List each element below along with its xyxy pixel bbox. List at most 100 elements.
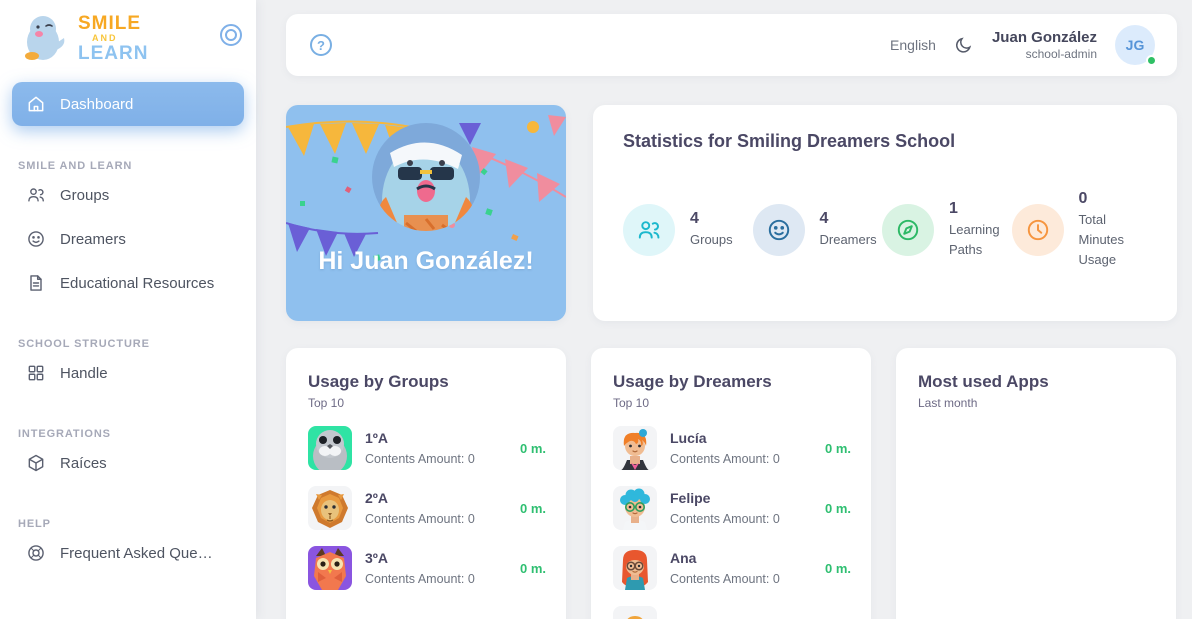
groups-icon: [26, 185, 46, 205]
lion-group-avatar: [308, 486, 352, 530]
usage-by-groups-card: Usage by Groups Top 10: [286, 348, 566, 619]
usage-by-dreamers-card: Usage by Dreamers Top 10: [591, 348, 871, 619]
sidebar-item-dashboard[interactable]: Dashboard: [12, 82, 244, 126]
topbar: ? English Juan González school-admin JG: [286, 14, 1177, 76]
avatar[interactable]: JG: [1115, 25, 1155, 65]
group-contents-amount: Contents Amount: 0: [365, 452, 516, 466]
stat-total-minutes: 0 Total Minutes Usage: [1012, 190, 1142, 270]
dreamer-contents-amount: Contents Amount: 0: [670, 512, 821, 526]
seal-group-avatar: [308, 426, 352, 470]
group-minutes: 0 m.: [520, 561, 546, 576]
stat-value: 0: [1079, 190, 1142, 208]
owl-group-avatar: [308, 546, 352, 590]
smiley-icon: [26, 229, 46, 249]
card-title: Usage by Groups: [308, 372, 546, 392]
dreamer-avatar: [613, 606, 657, 619]
language-selector[interactable]: English: [890, 37, 936, 53]
sidebar-item-dreamers[interactable]: Dreamers: [12, 218, 244, 260]
stat-label: Dreamers: [820, 230, 877, 250]
document-icon: [26, 273, 46, 293]
stat-learning-paths: 1 Learning Paths: [882, 190, 1012, 270]
compass-stat-icon: [882, 204, 934, 256]
dreamer-contents-amount: Contents Amount: 0: [670, 572, 821, 586]
sidebar-item-groups[interactable]: Groups: [12, 174, 244, 216]
statistics-card: Statistics for Smiling Dreamers School 4…: [593, 105, 1177, 321]
statistics-title: Statistics for Smiling Dreamers School: [623, 131, 1147, 152]
dreamer-row-ana[interactable]: Ana Contents Amount: 0 0 m.: [613, 546, 851, 590]
stat-dreamers: 4 Dreamers: [753, 190, 883, 270]
sidebar: SMILE AND LEARN Dashboard SMILE AND LEAR…: [0, 0, 256, 619]
home-icon: [26, 94, 46, 114]
dreamer-row-felipe[interactable]: Felipe Contents Amount: 0 0 m.: [613, 486, 851, 530]
stat-groups: 4 Groups: [623, 190, 753, 270]
sidebar-item-raices[interactable]: Raíces: [12, 442, 244, 484]
lucia-avatar: [613, 426, 657, 470]
stat-label: Learning Paths: [949, 220, 1012, 260]
dreamers-stat-icon: [753, 204, 805, 256]
group-minutes: 0 m.: [520, 441, 546, 456]
group-contents-amount: Contents Amount: 0: [365, 512, 516, 526]
dreamer-name: Ana: [670, 550, 821, 566]
wordmark-and: AND: [92, 34, 220, 43]
group-row-3a[interactable]: 3ºA Contents Amount: 0 0 m.: [308, 546, 546, 590]
seal-mascot-logo-icon: [18, 12, 70, 64]
greeting-text: Hi Juan González!: [286, 247, 566, 276]
user-menu[interactable]: Juan González school-admin: [992, 29, 1097, 61]
sidebar-item-label: Handle: [60, 365, 108, 382]
felipe-avatar: [613, 486, 657, 530]
sidebar-item-label: Educational Resources: [60, 275, 214, 292]
greeting-illustration: [286, 105, 566, 321]
wordmark: SMILE AND LEARN: [78, 14, 220, 63]
group-name: 1ºA: [365, 430, 516, 446]
online-status-dot: [1146, 55, 1157, 66]
dreamer-name: Felipe: [670, 490, 821, 506]
wordmark-smile: SMILE: [78, 14, 220, 33]
greeting-card: Hi Juan González!: [286, 105, 566, 321]
sidebar-item-handle[interactable]: Handle: [12, 352, 244, 394]
ana-avatar: [613, 546, 657, 590]
user-name: Juan González: [992, 29, 1097, 46]
logo: SMILE AND LEARN: [12, 10, 244, 72]
dreamer-name: Lucía: [670, 430, 821, 446]
cube-icon: [26, 453, 46, 473]
group-row-1a[interactable]: 1ºA Contents Amount: 0 0 m.: [308, 426, 546, 470]
clock-stat-icon: [1012, 204, 1064, 256]
stat-value: 4: [820, 210, 877, 228]
dreamer-contents-amount: Contents Amount: 0: [670, 452, 821, 466]
group-name: 2ºA: [365, 490, 516, 506]
sidebar-item-label: Groups: [60, 187, 109, 204]
group-row-2a[interactable]: 2ºA Contents Amount: 0 0 m.: [308, 486, 546, 530]
stat-label: Groups: [690, 230, 733, 250]
sidebar-item-label: Dreamers: [60, 231, 126, 248]
card-subtitle: Last month: [918, 396, 1156, 410]
most-used-apps-card: Most used Apps Last month: [896, 348, 1176, 619]
stat-value: 1: [949, 200, 1012, 218]
sidebar-item-label: Frequent Asked Que…: [60, 545, 213, 562]
grid-icon: [26, 363, 46, 383]
help-icon[interactable]: ?: [310, 34, 332, 56]
section-heading-school-structure: SCHOOL STRUCTURE: [18, 338, 238, 350]
sidebar-item-faq[interactable]: Frequent Asked Que…: [12, 532, 244, 574]
section-heading-integrations: INTEGRATIONS: [18, 428, 238, 440]
dark-mode-moon-icon[interactable]: [954, 35, 974, 55]
dreamer-row-partial[interactable]: [613, 606, 851, 619]
dreamer-minutes: 0 m.: [825, 441, 851, 456]
section-heading-smile-and-learn: SMILE AND LEARN: [18, 160, 238, 172]
group-contents-amount: Contents Amount: 0: [365, 572, 516, 586]
card-subtitle: Top 10: [613, 396, 851, 410]
dreamer-minutes: 0 m.: [825, 561, 851, 576]
card-title: Usage by Dreamers: [613, 372, 851, 392]
dreamer-row-lucia[interactable]: Lucía Contents Amount: 0 0 m.: [613, 426, 851, 470]
card-title: Most used Apps: [918, 372, 1156, 392]
stat-value: 4: [690, 210, 733, 228]
life-ring-icon: [26, 543, 46, 563]
sidebar-item-label: Dashboard: [60, 96, 133, 113]
main-content: ? English Juan González school-admin JG: [256, 0, 1192, 619]
group-name: 3ºA: [365, 550, 516, 566]
group-minutes: 0 m.: [520, 501, 546, 516]
sidebar-collapse-toggle-icon[interactable]: [220, 24, 242, 46]
user-role: school-admin: [992, 47, 1097, 61]
dreamer-minutes: 0 m.: [825, 501, 851, 516]
sidebar-item-educational-resources[interactable]: Educational Resources: [12, 262, 244, 304]
section-heading-help: HELP: [18, 518, 238, 530]
